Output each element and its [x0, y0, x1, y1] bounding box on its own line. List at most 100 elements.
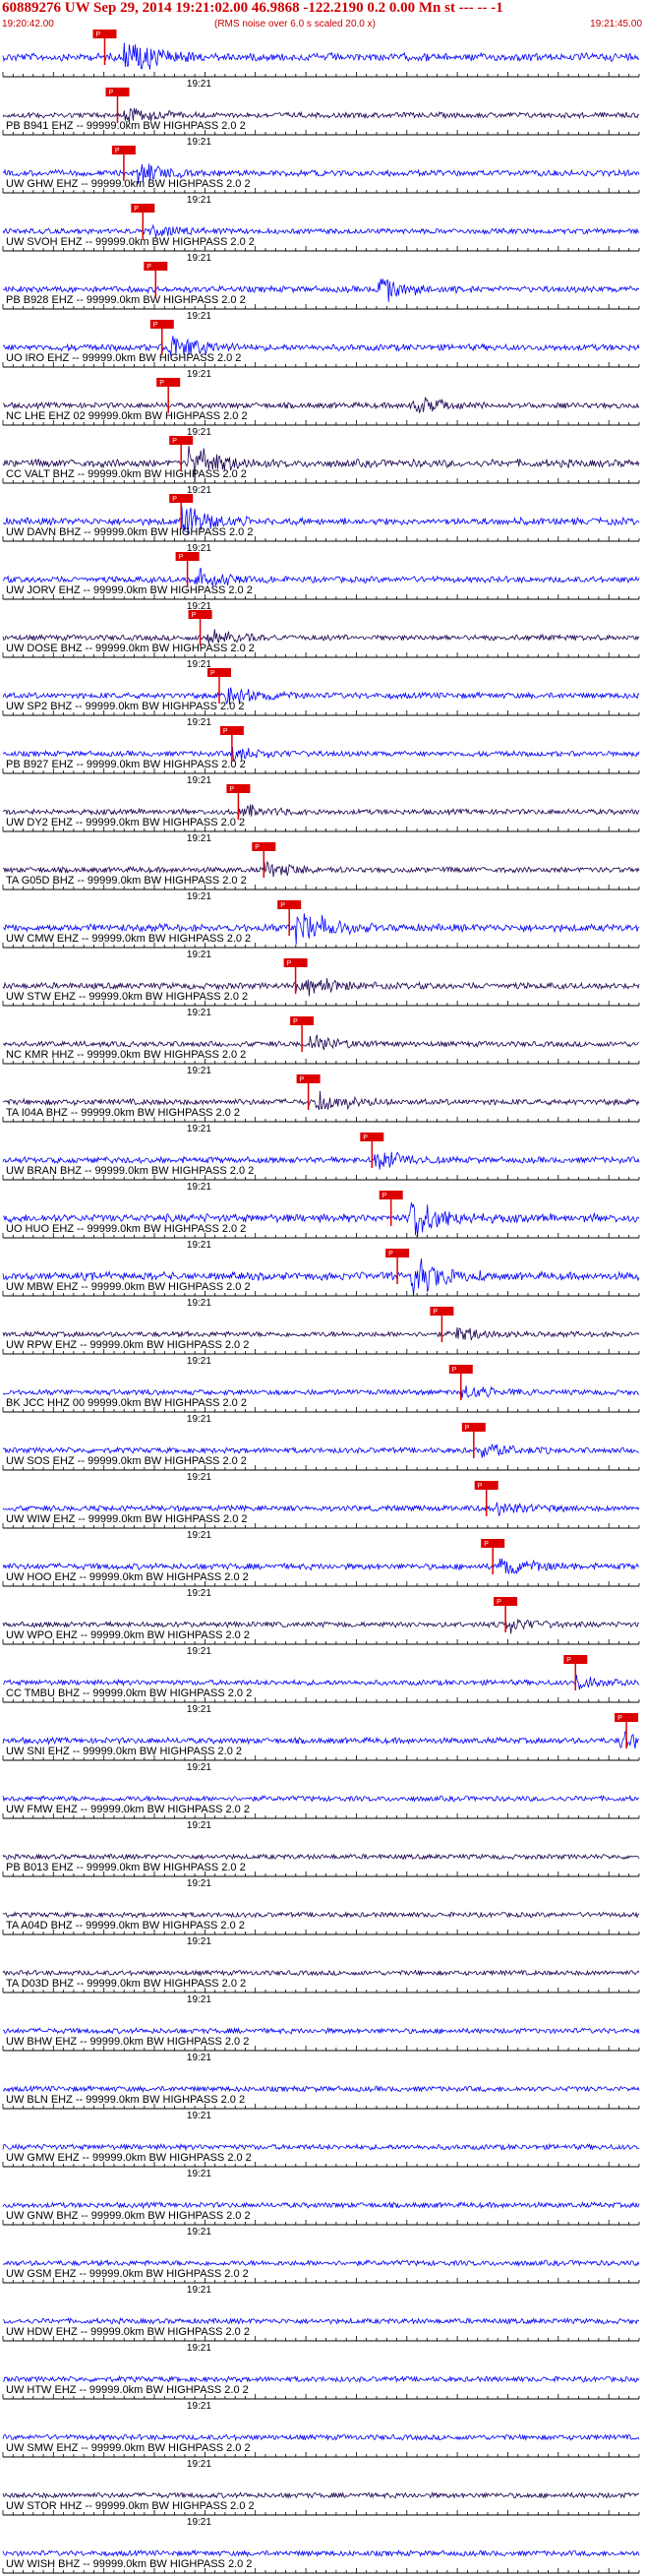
channel-30: 19:21 UW FMW EHZ -- 99999.0km BW HIGHPASS… [2, 1794, 640, 1831]
time-tick-label: 19:21 [187, 1588, 211, 1599]
channel-19: 19:21 UW BRAN BHZ -- 99999.0km BW HIGHPAS… [2, 1133, 640, 1193]
channel-label: UW GSM EHZ -- 99999.0km BW HIGHPASS 2.0 … [6, 2268, 249, 2280]
waveform-trace [2, 2433, 640, 2442]
pick-label: P [433, 1309, 438, 1316]
pick-label: P [179, 554, 184, 561]
channel-label: TA G05D BHZ -- 99999.0km BW HIGHPASS 2.0… [6, 875, 247, 887]
time-tick-label: 19:21 [187, 1356, 211, 1367]
pick-label: P [159, 380, 164, 387]
time-tick-label: 19:21 [187, 1298, 211, 1309]
channel-label: UW FMW EHZ -- 99999.0km BW HIGHPASS 2.0 … [6, 1804, 250, 1815]
time-tick-label: 19:21 [187, 775, 211, 786]
channel-label: UW HOO EHZ -- 99999.0km BW HIGHPASS 2.0 … [6, 1571, 249, 1583]
time-tick-label: 19:21 [187, 2227, 211, 2238]
pick-label: P [478, 1483, 483, 1490]
channel-label: UW CMW EHZ -- 99999.0km BW HIGHPASS 2.0 … [6, 933, 251, 945]
channel-36: 19:21 UW GMW EHZ -- 99999.0km BW HIGHPASS… [2, 2142, 640, 2179]
waveform-trace [2, 2084, 640, 2094]
time-tick-label: 19:21 [187, 1704, 211, 1715]
channel-20: 19:21 UO HUO EHZ -- 99999.0km BW HIGHPASS… [2, 1191, 640, 1251]
channel-label: PB B928 EHZ -- 99999.0km BW HIGHPASS 2.0… [6, 294, 246, 306]
channel-8: 19:21UW DAVN BHZ -- 99999.0km BW HIGHPAS… [2, 494, 640, 554]
time-tick-label: 19:21 [187, 1066, 211, 1076]
pick-label: P [293, 1018, 298, 1025]
waveform-trace [2, 2490, 640, 2500]
channel-1: 19:21 PB B941 EHZ -- 99999.0km BW HIGHPAS… [2, 88, 640, 148]
channel-4: 19:21 PB B928 EHZ -- 99999.0km BW HIGHPAS… [2, 262, 640, 322]
time-tick-label: 19:21 [187, 717, 211, 728]
waveform-trace [2, 2258, 640, 2267]
channel-label: UW HDW EHZ -- 99999.0km BW HIGHPASS 2.0 … [6, 2326, 250, 2338]
waveform-trace [2, 2142, 640, 2152]
pick-label: P [287, 960, 292, 967]
pick-label: P [210, 670, 215, 677]
channel-label: UW BRAN BHZ -- 99999.0km BW HIGHPASS 2.0… [6, 1165, 254, 1177]
time-tick-label: 19:21 [187, 891, 211, 902]
channel-5: 19:21 UO IRO EHZ -- 99999.0km BW HIGHPASS… [2, 320, 640, 380]
channel-label: UW SP2 BHZ -- 99999.0km BW HIGHPASS 2.0 … [6, 701, 244, 712]
pick-label: P [497, 1599, 501, 1606]
pick-label: P [172, 496, 177, 503]
channel-label: UW STW EHZ -- 99999.0km BW HIGHPASS 2.0 … [6, 991, 248, 1003]
channel-22: 19:21 UW RPW EHZ -- 99999.0km BW HIGHPASS… [2, 1307, 640, 1367]
pick-label: P [109, 90, 114, 96]
channel-label: PB B927 EHZ -- 99999.0km BW HIGHPASS 2.0… [6, 759, 246, 770]
waveform-trace [2, 1853, 640, 1861]
channel-2: 19:21 UW GHW EHZ -- 99999.0km BW HIGHPASS… [2, 146, 640, 206]
channel-label: UW DY2 EHZ -- 99999.0km BW HIGHPASS 2.0 … [6, 817, 245, 828]
channel-label: PB B941 EHZ -- 99999.0km BW HIGHPASS 2.0… [6, 120, 246, 132]
time-tick-label: 19:21 [187, 1878, 211, 1889]
channel-6: 19:21NC LHE EHZ 02 99999.0km BW HIGHPASS… [2, 378, 640, 438]
pick-label: P [465, 1425, 470, 1432]
waveform-trace [2, 2548, 640, 2558]
channel-label: CC VALT BHZ -- 99999.0km BW HIGHPASS 2.0… [6, 468, 247, 480]
time-tick-label: 19:21 [187, 2343, 211, 2354]
channel-16: 19:21 UW STW EHZ -- 99999.0km BW HIGHPASS… [2, 958, 640, 1018]
channel-3: 19:21 UW SVOH EHZ -- 99999.0km BW HIGHPAS… [2, 204, 640, 264]
waveform-trace [2, 2316, 640, 2325]
pick-label: P [300, 1076, 305, 1083]
channel-41: 19:21 UW SMW EHZ -- 99999.0km BW HIGHPASS… [2, 2433, 640, 2470]
channel-label: UW SVOH EHZ -- 99999.0km BW HIGHPASS 2.0… [6, 236, 255, 248]
channel-43: 19:21UW WISH BHZ -- 99999.0km BW HIGHPAS… [2, 2548, 640, 2576]
channel-15: 19:21 UW CMW EHZ -- 99999.0km BW HIGHPASS… [2, 900, 640, 960]
time-tick-label: 19:21 [187, 1762, 211, 1773]
waveform-trace [2, 1385, 640, 1398]
time-tick-label: 19:21 [187, 1530, 211, 1541]
time-tick-label: 19:21 [187, 1124, 211, 1135]
channel-label: NC KMR HHZ -- 99999.0km BW HIGHPASS 2.0 … [6, 1049, 246, 1061]
time-tick-label: 19:21 [187, 79, 211, 90]
channel-10: 19:21UW DOSE BHZ -- 99999.0km BW HIGHPAS… [2, 610, 640, 670]
channel-17: 19:21 NC KMR HHZ -- 99999.0km BW HIGHPASS… [2, 1016, 640, 1076]
waveform-trace [2, 1969, 640, 1977]
channel-9: 19:21UW JORV EHZ -- 99999.0km BW HIGHPAS… [2, 552, 640, 612]
channel-label: TA A04D BHZ -- 99999.0km BW HIGHPASS 2.0… [6, 1920, 245, 1932]
channel-31: 19:21 PB B013 EHZ -- 99999.0km BW HIGHPAS… [2, 1853, 640, 1889]
channel-label: UO IRO EHZ -- 99999.0km BW HIGHPASS 2.0 … [6, 352, 241, 364]
pick-label: P [484, 1541, 489, 1548]
channel-label: UW MBW EHZ -- 99999.0km BW HIGHPASS 2.0 … [6, 1281, 251, 1293]
channel-label: UW WIW EHZ -- 99999.0km BW HIGHPASS 2.0 … [6, 1513, 248, 1525]
channel-label: UW STOR HHZ -- 99999.0km BW HIGHPASS 2.0… [6, 2500, 255, 2512]
channel-21: 19:21 UW MBW EHZ -- 99999.0km BW HIGHPASS… [2, 1249, 640, 1309]
waveform-trace [2, 42, 640, 70]
pick-label: P [617, 1715, 622, 1722]
time-tick-label: 19:21 [187, 2053, 211, 2063]
waveform-trace [2, 568, 640, 586]
pick-label: P [172, 438, 177, 445]
seismogram-chart: 19:21 P 19:21 PB B941 EHZ -- 99999.0km BW H… [2, 30, 640, 2576]
waveform-trace [2, 2026, 640, 2035]
time-tick-label: 19:21 [187, 1414, 211, 1425]
time-tick-label: 19:21 [187, 1994, 211, 2005]
channel-18: 19:21 TA I04A BHZ -- 99999.0km BW HIGHPAS… [2, 1074, 640, 1135]
channel-label: UW BHW EHZ -- 99999.0km BW HIGHPASS 2.0 … [6, 2036, 249, 2048]
waveform-trace [2, 1794, 640, 1803]
channel-33: 19:21 TA D03D BHZ -- 99999.0km BW HIGHPAS… [2, 1969, 640, 2005]
time-tick-label: 19:21 [187, 1820, 211, 1831]
channel-35: 19:21 UW BLN EHZ -- 99999.0km BW HIGHPASS… [2, 2084, 640, 2121]
time-tick-label: 19:21 [187, 2401, 211, 2412]
channel-28: 19:21 CC TMBU BHZ -- 99999.0km BW HIGHPAS… [2, 1655, 640, 1715]
channel-25: 19:21 UW WIW EHZ -- 99999.0km BW HIGHPASS… [2, 1481, 640, 1541]
time-tick-label: 19:21 [187, 2459, 211, 2470]
time-tick-label: 19:21 [187, 1472, 211, 1483]
